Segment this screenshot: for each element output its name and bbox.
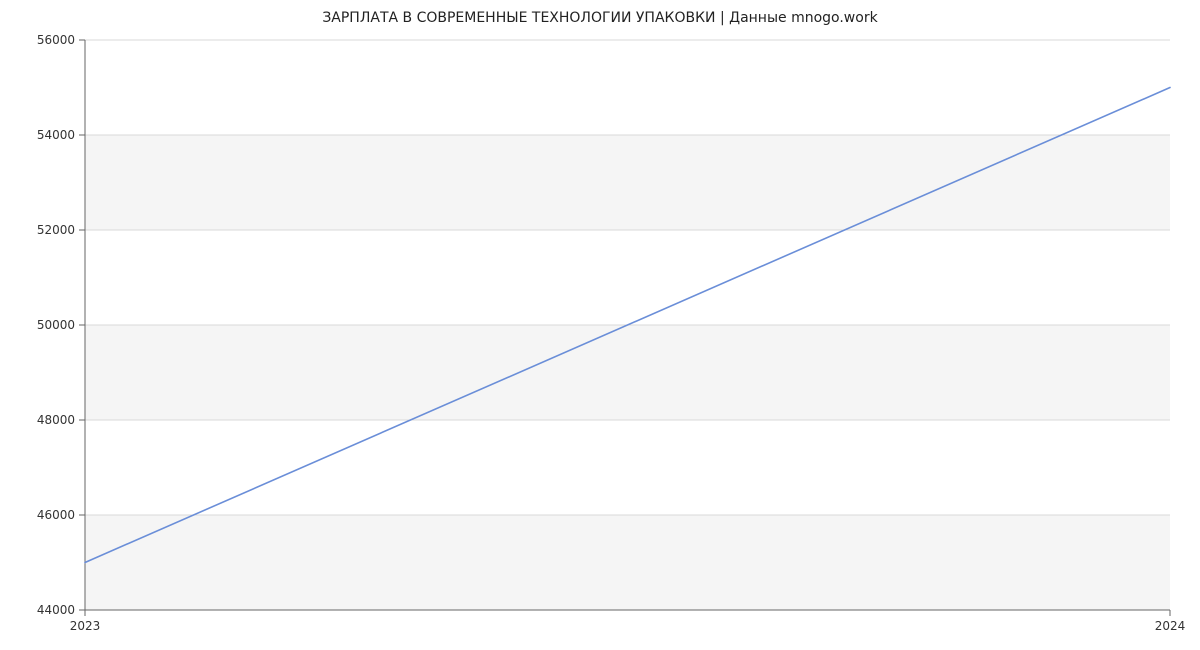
y-tick-label: 44000: [37, 603, 75, 617]
x-tick-label: 2023: [70, 619, 101, 633]
grid-band: [85, 420, 1170, 515]
y-tick-label: 56000: [37, 33, 75, 47]
grid-band: [85, 230, 1170, 325]
chart-container: ЗАРПЛАТА В СОВРЕМЕННЫЕ ТЕХНОЛОГИИ УПАКОВ…: [0, 0, 1200, 650]
chart-svg: 44000 46000 48000 50000 52000 54000 56000 2023 2…: [0, 0, 1200, 650]
x-tick-label: 2024: [1155, 619, 1186, 633]
y-tick-label: 48000: [37, 413, 75, 427]
y-tick-label: 54000: [37, 128, 75, 142]
grid-band: [85, 40, 1170, 135]
y-tick-label: 52000: [37, 223, 75, 237]
chart-title: ЗАРПЛАТА В СОВРЕМЕННЫЕ ТЕХНОЛОГИИ УПАКОВ…: [0, 10, 1200, 26]
y-tick-label: 46000: [37, 508, 75, 522]
y-tick-label: 50000: [37, 318, 75, 332]
